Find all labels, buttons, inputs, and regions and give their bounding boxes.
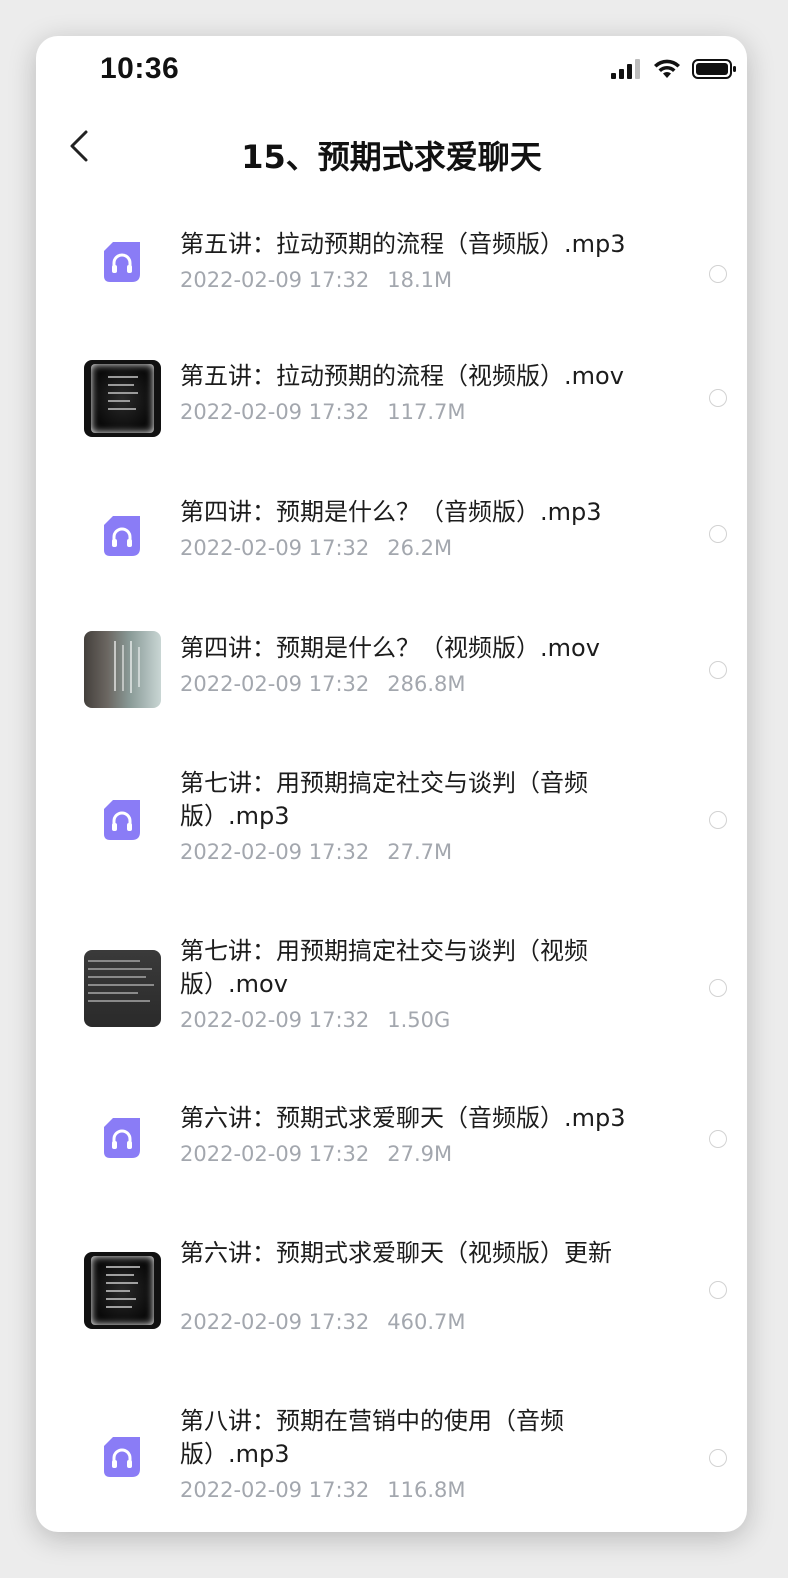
wifi-icon: [654, 59, 680, 78]
video-thumbnail: [84, 631, 161, 708]
file-name: 第四讲：预期是什么？（音频版）.mp3: [180, 498, 602, 526]
file-meta: 2022-02-09 17:32 117.7M: [180, 398, 700, 426]
file-date: 2022-02-09 17:32: [180, 672, 370, 696]
select-radio[interactable]: [709, 265, 727, 283]
file-size: 26.2M: [387, 536, 453, 560]
select-radio[interactable]: [709, 1281, 727, 1299]
file-size: 18.1M: [387, 268, 453, 292]
select-radio[interactable]: [709, 661, 727, 679]
file-name: 第八讲：预期在营销中的使用（音频版）.mp3: [180, 1407, 564, 1468]
file-info: 第五讲：拉动预期的流程（音频版）.mp3 2022-02-09 17:32 18.…: [180, 228, 700, 294]
file-name: 第七讲：用预期搞定社交与谈判（视频版）.mov: [180, 937, 588, 998]
file-row[interactable]: 第五讲：拉动预期的流程（视频版）.mov 2022-02-09 17:32 117…: [36, 359, 747, 467]
headphones-icon: [104, 242, 140, 282]
headphones-icon: [104, 1118, 140, 1158]
file-meta: 2022-02-09 17:32 18.1M: [180, 266, 700, 294]
select-radio[interactable]: [709, 811, 727, 829]
page-title: 15、预期式求爱聊天: [241, 138, 542, 176]
file-meta: 2022-02-09 17:32 27.7M: [180, 838, 650, 866]
file-row[interactable]: 第八讲：预期在营销中的使用（音频版）.mp3 2022-02-09 17:32 1…: [36, 1404, 747, 1532]
file-info: 第七讲：用预期搞定社交与谈判（视频版）.mov 2022-02-09 17:32…: [180, 935, 650, 1034]
file-size: 27.9M: [387, 1142, 453, 1166]
file-size: 116.8M: [387, 1478, 466, 1502]
file-row[interactable]: 第七讲：用预期搞定社交与谈判（视频版）.mov 2022-02-09 17:32…: [36, 934, 747, 1074]
file-info: 第四讲：预期是什么？（视频版）.mov 2022-02-09 17:32 286.…: [180, 632, 700, 698]
select-radio[interactable]: [709, 389, 727, 407]
file-size: 27.7M: [387, 840, 453, 864]
file-name: 第五讲：拉动预期的流程（视频版）.mov: [180, 362, 624, 390]
select-radio[interactable]: [709, 979, 727, 997]
file-info: 第八讲：预期在营销中的使用（音频版）.mp3 2022-02-09 17:32 1…: [180, 1405, 630, 1504]
file-date: 2022-02-09 17:32: [180, 1142, 370, 1166]
file-date: 2022-02-09 17:32: [180, 268, 370, 292]
file-meta: 2022-02-09 17:32 116.8M: [180, 1476, 630, 1504]
file-meta: 2022-02-09 17:32 26.2M: [180, 534, 700, 562]
file-name: 第七讲：用预期搞定社交与谈判（音频版）.mp3: [180, 769, 588, 830]
status-time: 10:36: [100, 52, 180, 85]
file-size: 460.7M: [387, 1310, 466, 1334]
file-row[interactable]: 第五讲：拉动预期的流程（音频版）.mp3 2022-02-09 17:32 18.…: [36, 221, 747, 327]
file-row[interactable]: 第六讲：预期式求爱聊天（视频版）更新 2022-02-09 17:32 460.7…: [36, 1236, 747, 1376]
file-date: 2022-02-09 17:32: [180, 840, 370, 864]
file-name: 第五讲：拉动预期的流程（音频版）.mp3: [180, 230, 626, 258]
file-meta: 2022-02-09 17:32 27.9M: [180, 1140, 700, 1168]
file-size: 1.50G: [387, 1008, 451, 1032]
file-row[interactable]: 第四讲：预期是什么？（视频版）.mov 2022-02-09 17:32 286.…: [36, 631, 747, 739]
headphones-icon: [104, 1437, 140, 1477]
file-size: 286.8M: [387, 672, 466, 696]
file-row[interactable]: 第六讲：预期式求爱聊天（音频版）.mp3 2022-02-09 17:32 27.…: [36, 1101, 747, 1209]
battery-icon: [692, 59, 736, 79]
file-info: 第五讲：拉动预期的流程（视频版）.mov 2022-02-09 17:32 117…: [180, 360, 700, 426]
video-thumbnail: [84, 1252, 161, 1329]
file-meta: 2022-02-09 17:32 1.50G: [180, 1006, 650, 1034]
file-meta: 2022-02-09 17:32 460.7M: [180, 1308, 700, 1336]
file-date: 2022-02-09 17:32: [180, 400, 370, 424]
select-radio[interactable]: [709, 1130, 727, 1148]
file-date: 2022-02-09 17:32: [180, 536, 370, 560]
file-row[interactable]: 第七讲：用预期搞定社交与谈判（音频版）.mp3 2022-02-09 17:32…: [36, 766, 747, 906]
file-info: 第四讲：预期是什么？（音频版）.mp3 2022-02-09 17:32 26.2…: [180, 496, 700, 562]
headphones-icon: [104, 800, 140, 840]
file-date: 2022-02-09 17:32: [180, 1008, 370, 1032]
file-size: 117.7M: [387, 400, 466, 424]
file-name: 第四讲：预期是什么？（视频版）.mov: [180, 634, 600, 662]
file-name: 第六讲：预期式求爱聊天（视频版）更新: [180, 1239, 612, 1267]
video-thumbnail: [84, 360, 161, 437]
select-radio[interactable]: [709, 525, 727, 543]
file-meta: 2022-02-09 17:32 286.8M: [180, 670, 700, 698]
phone-screen: 10:36 15、预期式求爱聊天 第五讲：拉动预期的流程（音频版）.mp3 20…: [36, 36, 747, 1532]
file-info: 第六讲：预期式求爱聊天（音频版）.mp3 2022-02-09 17:32 27.…: [180, 1102, 700, 1168]
video-thumbnail: [84, 950, 161, 1027]
headphones-icon: [104, 516, 140, 556]
file-info: 第七讲：用预期搞定社交与谈判（音频版）.mp3 2022-02-09 17:32…: [180, 767, 650, 866]
file-name: 第六讲：预期式求爱聊天（音频版）.mp3: [180, 1104, 626, 1132]
cellular-signal-icon: [611, 59, 640, 79]
file-date: 2022-02-09 17:32: [180, 1310, 370, 1334]
status-icons: [610, 58, 738, 80]
file-date: 2022-02-09 17:32: [180, 1478, 370, 1502]
select-radio[interactable]: [709, 1449, 727, 1467]
file-row[interactable]: 第四讲：预期是什么？（音频版）.mp3 2022-02-09 17:32 26.2…: [36, 495, 747, 601]
file-info: 第六讲：预期式求爱聊天（视频版）更新 2022-02-09 17:32 460.7…: [180, 1237, 700, 1336]
